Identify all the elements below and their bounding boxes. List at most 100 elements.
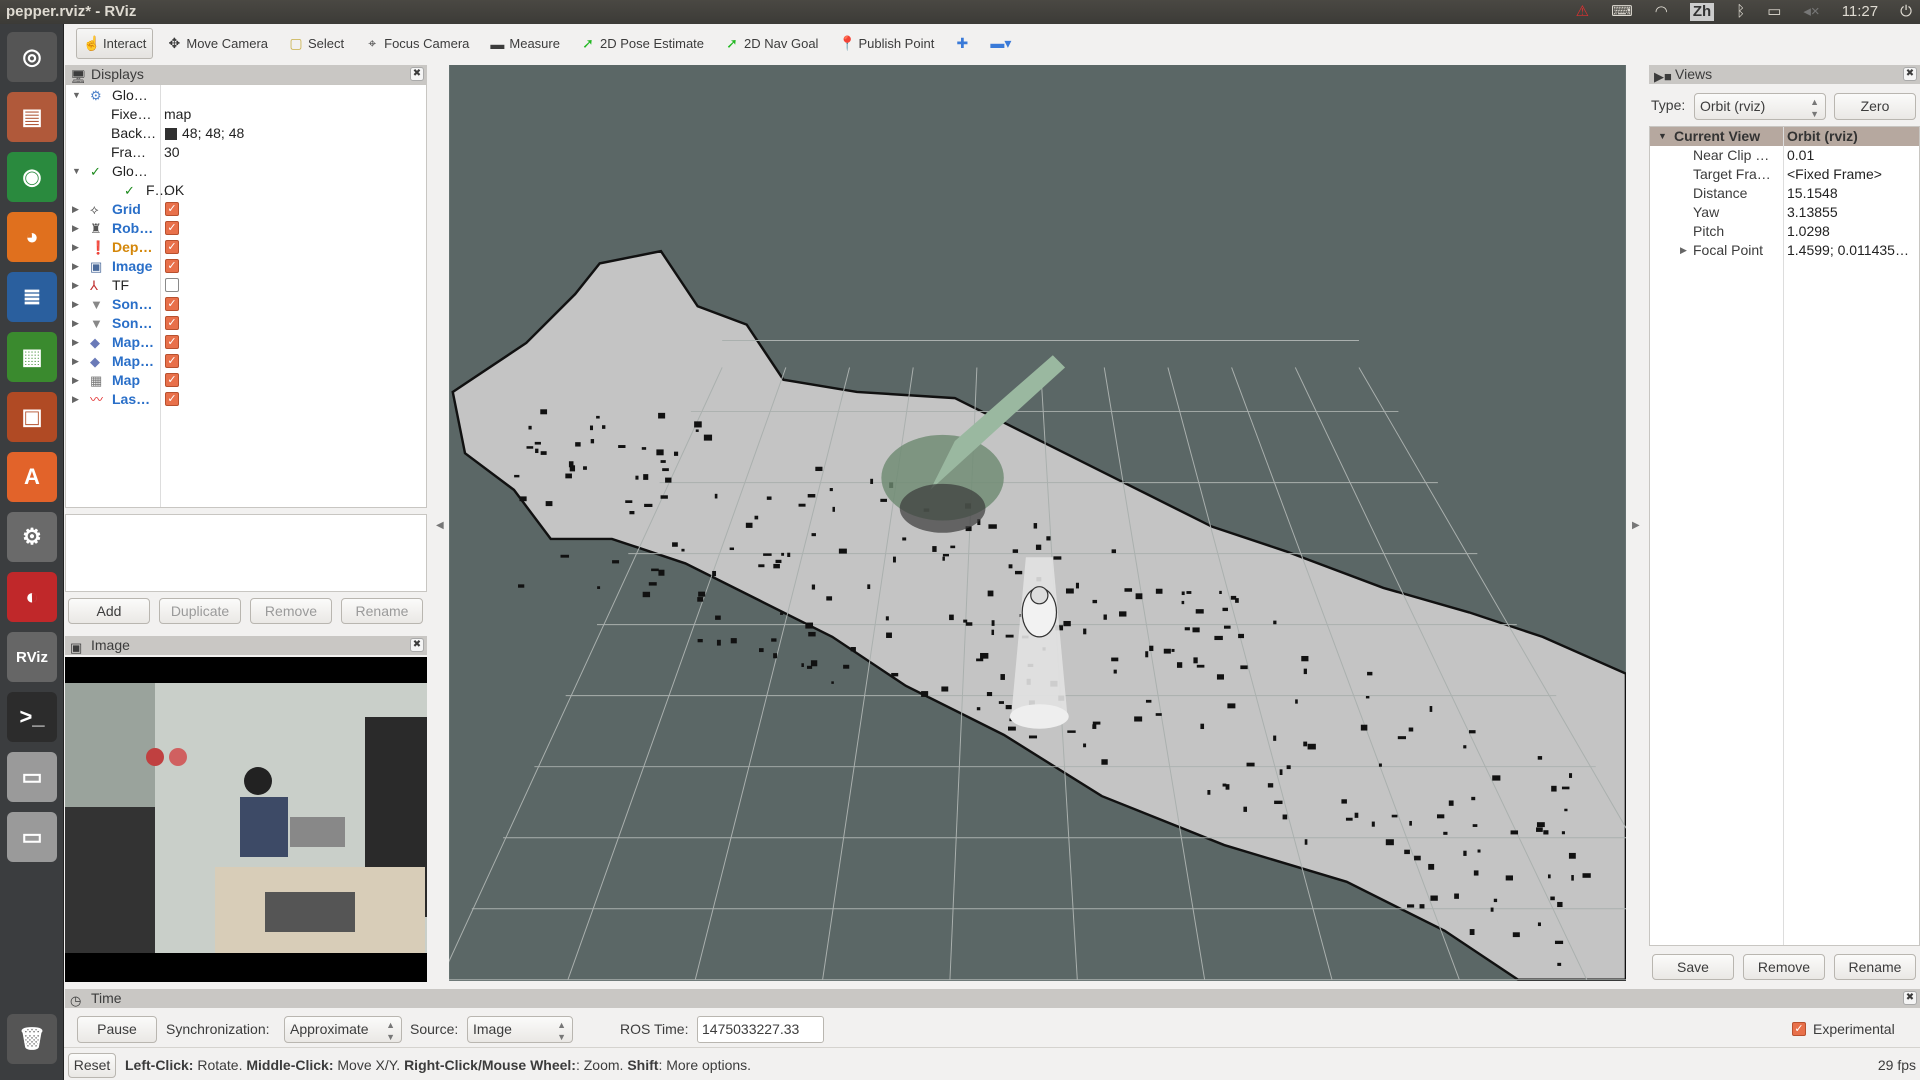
enable-checkbox[interactable]: ✓ [165,221,179,235]
enable-checkbox[interactable]: ✓ [165,373,179,387]
view-property-row[interactable]: Target Fra… <Fixed Frame> [1650,165,1919,184]
enable-checkbox[interactable]: ✓ [165,392,179,406]
enable-checkbox[interactable]: ✓ [165,259,179,273]
launcher-impress[interactable]: ▣ [7,392,57,442]
expand-right-icon[interactable]: ▶ [72,238,79,257]
tool-2d-pose-estimate[interactable]: ➚ 2D Pose Estimate [573,28,711,59]
display-value[interactable]: 30 [164,143,180,162]
close-icon[interactable]: ✖ [1903,67,1917,81]
expand-right-icon[interactable]: ▶ [72,257,79,276]
launcher-backup[interactable]: ◐ [7,572,57,622]
view-property-row[interactable]: Pitch 1.0298 [1650,222,1919,241]
expand-right-icon[interactable]: ▶ [1680,241,1687,260]
launcher-terminal[interactable]: >_ [7,692,57,742]
display-row[interactable]: ▶ ♜ Rob… ✓ [66,219,426,238]
display-row[interactable]: ▶ ▼ Son… ✓ [66,314,426,333]
tool-focus-camera[interactable]: ⌖ Focus Camera [357,28,476,59]
remove-display-button[interactable]: Remove [250,598,332,624]
expand-down-icon[interactable]: ▼ [1658,127,1667,146]
keyboard-icon[interactable]: ⌨ [1611,0,1633,24]
close-icon[interactable]: ✖ [410,67,424,81]
tool-minus[interactable]: ▬▾ [983,28,1013,59]
save-view-button[interactable]: Save [1652,954,1734,980]
current-view-row[interactable]: ▼ Current View Orbit (rviz) [1650,127,1919,146]
source-select[interactable]: Image ▲ ▼ [467,1016,573,1043]
view-property-value[interactable]: <Fixed Frame> [1787,165,1882,184]
launcher-drive-1[interactable]: ▭ [7,752,57,802]
reset-button[interactable]: Reset [68,1053,116,1078]
enable-checkbox[interactable]: ✓ [165,335,179,349]
rename-view-button[interactable]: Rename [1834,954,1916,980]
close-icon[interactable]: ✖ [410,638,424,652]
enable-checkbox[interactable]: ✓ [165,297,179,311]
launcher-drive-2[interactable]: ▭ [7,812,57,862]
expand-right-icon[interactable]: ▶ [72,333,79,352]
tool-plus[interactable]: ✚ [947,28,977,59]
collapse-right-icon[interactable]: ▶ [1632,520,1640,531]
remove-view-button[interactable]: Remove [1743,954,1825,980]
launcher-rviz[interactable]: RViz [7,632,57,682]
experimental-checkbox[interactable]: ✓ [1792,1022,1806,1036]
launcher-ubuntu-dash[interactable]: ◎ [7,32,57,82]
tool-2d-nav-goal[interactable]: ➚ 2D Nav Goal [717,28,825,59]
expand-right-icon[interactable]: ▶ [72,295,79,314]
enable-checkbox[interactable] [165,278,179,292]
view-property-row[interactable]: Near Clip … 0.01 [1650,146,1919,165]
expand-right-icon[interactable]: ▶ [72,371,79,390]
tool-publish-point[interactable]: 📍 Publish Point [831,28,941,59]
tool-interact[interactable]: ☝ Interact [76,28,154,59]
view-property-value[interactable]: 1.0298 [1787,222,1830,241]
tool-move-camera[interactable]: ✥ Move Camera [159,28,275,59]
display-row[interactable]: ▶ ◆ Map… ✓ [66,352,426,371]
battery-icon[interactable]: ▭ [1767,0,1781,24]
expand-right-icon[interactable]: ▶ [72,352,79,371]
display-row[interactable]: ▼ ✓ Glo… [66,162,426,181]
clock[interactable]: 11:27 [1842,0,1878,24]
display-row[interactable]: ▼ ⚙ Glo… [66,86,426,105]
view-property-row[interactable]: Distance 15.1548 [1650,184,1919,203]
expand-down-icon[interactable]: ▼ [72,86,81,105]
launcher-system-settings[interactable]: ⚙ [7,512,57,562]
launcher-chrome[interactable]: ◉ [7,152,57,202]
display-row[interactable]: ▶ ◆ Map… ✓ [66,333,426,352]
enable-checkbox[interactable]: ✓ [165,202,179,216]
view-type-select[interactable]: Orbit (rviz) ▲ ▼ [1694,93,1826,120]
view-property-value[interactable]: 0.01 [1787,146,1814,165]
warning-icon[interactable]: ⚠ [1576,0,1589,24]
enable-checkbox[interactable]: ✓ [165,354,179,368]
power-icon[interactable]: ⏻ [1900,0,1912,24]
display-row[interactable]: Fra… 30 [66,143,426,162]
zero-button[interactable]: Zero [1834,93,1916,120]
display-row[interactable]: ▶ ▣ Image ✓ [66,257,426,276]
sync-select[interactable]: Approximate ▲ ▼ [284,1016,402,1043]
launcher-writer[interactable]: ≣ [7,272,57,322]
volume-muted-icon[interactable]: ◂× [1803,0,1819,24]
display-row[interactable]: ▶ ⟡ Grid ✓ [66,200,426,219]
duplicate-button[interactable]: Duplicate [159,598,241,624]
enable-checkbox[interactable]: ✓ [165,316,179,330]
pause-button[interactable]: Pause [77,1016,157,1043]
tool-select[interactable]: ▢ Select [281,28,351,59]
view-property-value[interactable]: 15.1548 [1787,184,1838,203]
launcher-files[interactable]: ▤ [7,92,57,142]
display-row[interactable]: ▶ ▼ Son… ✓ [66,295,426,314]
expand-right-icon[interactable]: ▶ [72,276,79,295]
launcher-calc[interactable]: ▦ [7,332,57,382]
display-row[interactable]: ▶ 〰 Las… ✓ [66,390,426,409]
collapse-left-icon[interactable]: ◀ [436,520,444,531]
view-property-row[interactable]: Yaw 3.13855 [1650,203,1919,222]
view-property-value[interactable]: 3.13855 [1787,203,1838,222]
display-row[interactable]: ▶ ❗ Dep… ✓ [66,238,426,257]
display-row[interactable]: Fixe… map [66,105,426,124]
tool-measure[interactable]: ▬ Measure [482,28,567,59]
display-row[interactable]: Back… 48; 48; 48 [66,124,426,143]
bluetooth-icon[interactable]: ᛒ [1736,0,1745,24]
expand-right-icon[interactable]: ▶ [72,390,79,409]
close-icon[interactable]: ✖ [1903,991,1917,1005]
display-value[interactable]: map [164,105,191,124]
display-value[interactable]: 48; 48; 48 [182,124,244,143]
add-button[interactable]: Add [68,598,150,624]
input-method-indicator[interactable]: Zh [1689,3,1715,21]
expand-down-icon[interactable]: ▼ [72,162,81,181]
enable-checkbox[interactable]: ✓ [165,240,179,254]
